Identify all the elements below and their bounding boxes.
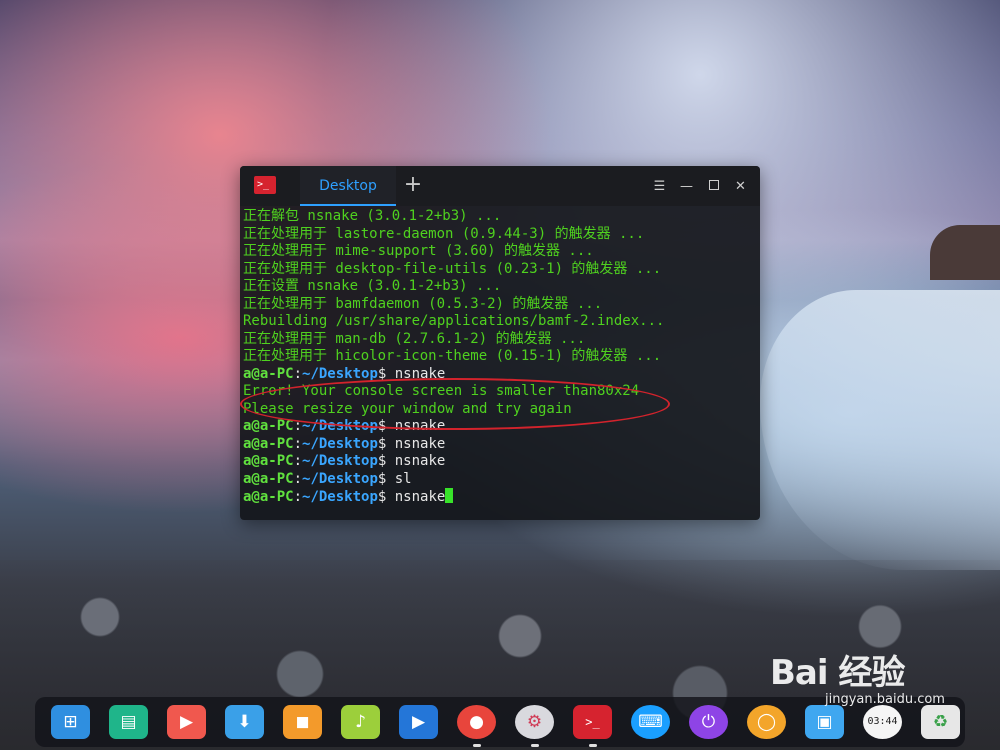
gear-icon: ⚙ [526, 712, 543, 732]
film-icon: ▶ [411, 712, 426, 732]
terminal-window[interactable]: >_ Desktop + ☰ — ✕ 正在解包 nsnake (3.0.1-2+… [240, 166, 760, 520]
dock-item-file-manager[interactable]: ▤ [109, 705, 148, 739]
terminal-output[interactable]: 正在解包 nsnake (3.0.1-2+b3) ... 正在处理用于 lasto… [240, 206, 760, 507]
terminal-prompt-line: a@a-PC:~/Desktop$ nsnake [243, 418, 760, 436]
power-icon: ⏻ [701, 712, 716, 732]
watermark-logo-text: Bai 经验 [770, 653, 905, 693]
terminal-line: Error! Your console screen is smaller th… [243, 383, 640, 399]
prompt-symbol: $ [377, 489, 395, 505]
terminal-line: 正在处理用于 man-db (2.7.6.1-2) 的触发器 ... [243, 330, 586, 347]
prompt-symbol: $ [377, 418, 395, 434]
prompt-user: a@a-PC [243, 418, 294, 434]
terminal-line: 正在解包 nsnake (3.0.1-2+b3) ... [243, 208, 502, 224]
prompt-command: nsnake [394, 365, 446, 382]
dock-item-settings[interactable]: ⚙ [515, 705, 554, 747]
prompt-user: a@a-PC [243, 470, 294, 487]
prompt-separator: : [293, 418, 303, 434]
terminal-line: 正在处理用于 bamfdaemon (0.5.3-2) 的触发器 ... [243, 295, 603, 312]
dock-item-chrome[interactable]: ● [457, 705, 496, 747]
dock-item-launcher[interactable]: ⊞ [51, 705, 90, 739]
terminal-prompt-line: a@a-PC:~/Desktop$ nsnake [243, 366, 760, 384]
prompt-command: nsnake [394, 418, 446, 434]
dock-item-screen-recorder[interactable]: ▶ [167, 705, 206, 739]
prompt-separator: : [293, 435, 303, 452]
prompt-separator: : [293, 470, 303, 487]
terminal-titlebar[interactable]: >_ Desktop + ☰ — ✕ [240, 166, 760, 206]
tab-desktop[interactable]: Desktop [300, 166, 396, 206]
store-icon: ⬇ [237, 712, 252, 732]
prompt-symbol: $ [377, 365, 395, 382]
prompt-path: ~/Desktop [302, 418, 378, 434]
prompt-path: ~/Desktop [302, 365, 378, 382]
prompt-user: a@a-PC [243, 435, 294, 452]
terminal-prompt-line: a@a-PC:~/Desktop$ sl [243, 471, 760, 489]
grid-icon: ⊞ [63, 712, 78, 732]
terminal-line: 正在处理用于 lastore-daemon (0.9.44-3) 的触发器 ..… [243, 225, 645, 242]
terminal-prompt-line: a@a-PC:~/Desktop$ nsnake [243, 453, 760, 471]
prompt-path: ~/Desktop [302, 453, 378, 469]
minimize-icon[interactable]: — [673, 179, 700, 194]
prompt-symbol: $ [377, 453, 395, 469]
add-tab-button[interactable]: + [396, 166, 430, 206]
keyboard-icon: ⌨ [638, 712, 663, 732]
prompt-command: nsnake [394, 435, 446, 452]
prompt-user: a@a-PC [243, 489, 294, 505]
dock-item-shop[interactable]: ◼ [283, 705, 322, 739]
terminal-prompt-line: a@a-PC:~/Desktop$ nsnake [243, 488, 760, 507]
prompt-path: ~/Desktop [302, 489, 378, 505]
chrome-icon: ● [469, 712, 484, 732]
music-icon: ♪ [355, 712, 366, 732]
dock-item-app-store[interactable]: ⬇ [225, 705, 264, 739]
bag-icon: ◼ [295, 712, 310, 732]
window-controls: ☰ — ✕ [646, 166, 760, 206]
terminal-line: 正在处理用于 hicolor-icon-theme (0.15-1) 的触发器 … [243, 348, 662, 364]
recorder-icon: ▶ [179, 712, 194, 732]
dock-item-shutdown[interactable]: ⏻ [689, 705, 728, 739]
maximize-icon[interactable] [700, 179, 727, 194]
dock-item-music[interactable]: ♪ [341, 705, 380, 739]
terminal-app-icon: >_ [254, 176, 276, 194]
prompt-command: nsnake [394, 489, 446, 505]
terminal-icon: >_ [585, 715, 600, 729]
prompt-symbol: $ [377, 435, 395, 452]
terminal-line: 正在设置 nsnake (3.0.1-2+b3) ... [243, 278, 502, 294]
terminal-line: 正在处理用于 desktop-file-utils (0.23-1) 的触发器 … [243, 260, 662, 277]
text-cursor [445, 488, 454, 503]
prompt-symbol: $ [377, 470, 395, 487]
terminal-line: Rebuilding /usr/share/applications/bamf-… [243, 313, 665, 329]
terminal-line: 正在处理用于 mime-support (3.60) 的触发器 ... [243, 243, 594, 259]
prompt-separator: : [293, 489, 303, 505]
wallpaper-ice [760, 290, 1000, 570]
prompt-separator: : [293, 365, 303, 382]
dock-item-terminal[interactable]: >_ [573, 705, 612, 747]
terminal-line: Please resize your window and try again [243, 400, 572, 417]
wallpaper-cliff [930, 225, 1000, 280]
baidu-watermark: Bai 经验 jingyan.baidu.com [770, 645, 950, 740]
dock-item-video[interactable]: ▶ [399, 705, 438, 739]
prompt-user: a@a-PC [243, 453, 294, 469]
terminal-prompt-line: a@a-PC:~/Desktop$ nsnake [243, 436, 760, 454]
prompt-user: a@a-PC [243, 365, 294, 382]
watermark-url: jingyan.baidu.com [825, 692, 945, 707]
prompt-path: ~/Desktop [302, 435, 378, 452]
prompt-command: nsnake [394, 453, 446, 469]
prompt-path: ~/Desktop [302, 470, 378, 487]
prompt-separator: : [293, 453, 303, 469]
prompt-command: sl [394, 470, 412, 487]
dock-item-input-method[interactable]: ⌨ [631, 705, 670, 739]
folder-icon: ▤ [120, 712, 137, 732]
menu-icon[interactable]: ☰ [646, 179, 673, 194]
close-icon[interactable]: ✕ [727, 179, 754, 194]
